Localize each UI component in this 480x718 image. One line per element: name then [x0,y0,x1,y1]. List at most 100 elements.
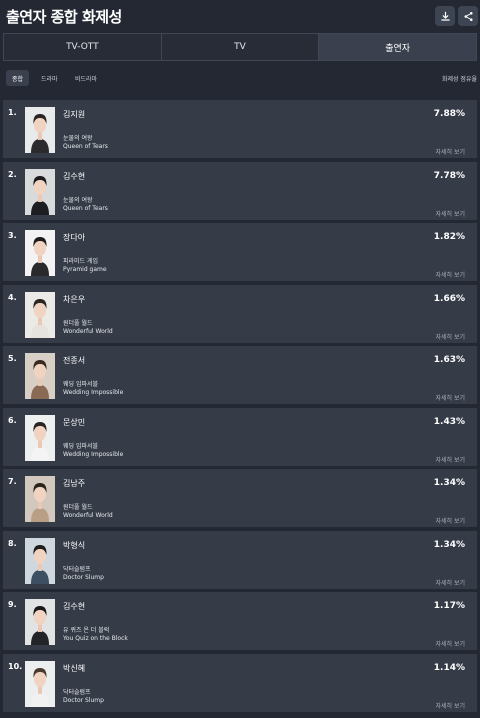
show-title-english: Wonderful World [63,327,113,335]
show-title-english: Doctor Slump [63,696,104,704]
buzz-share-percent: 1.14% [433,662,465,673]
ranking-row[interactable]: 1. 김지원눈물의 여왕 Queen of Tears 7.88% 자세히 보기 [3,100,477,158]
ranking-list: 1. 김지원 눈물의 여왕 Queen of Tears 7.88% 자세히 보기 2. 김수… [3,100,477,715]
portrait-image [25,168,55,215]
show-title-korean: 원더풀 월드 [63,504,93,511]
portrait-image [25,291,55,338]
show-title-korean: 웨딩 임파서블 [63,442,99,450]
show-title-english: Pyramid game [63,266,107,273]
ranking-row[interactable]: 8. 박형식 닥터슬럼프 Doctor Slump 1.34% 자세히 보기 [3,530,477,589]
portrait-image [25,353,55,399]
show-title-korean: 닥터슬럼프 [63,565,91,573]
performer-photo [25,537,55,584]
performer-photo [25,291,55,338]
portrait-image [25,107,55,153]
performer-photo [25,353,55,399]
page-title: 출연자 종합 화제성 [6,8,122,26]
tab-performers[interactable]: 출연자 [319,34,477,60]
filter-non-drama[interactable]: 비드라마 [69,70,103,86]
ranking-row[interactable]: 5. 전종서웨딩 임파서블 Wedding Impossible 1.63% 자세히 보… [3,346,477,404]
performer-name: 차은우 [63,294,86,304]
view-details-link[interactable]: 자세히 보기 [435,516,465,525]
show-title-korean: 눈물의 여왕 [63,196,93,204]
performer-photo [25,599,55,645]
rank-number: 6. [8,415,17,425]
portrait-image [25,660,55,707]
show-title-english: Wonderful World [63,512,113,519]
performer-name: 김남주 [63,479,86,488]
portrait-image [25,476,55,522]
show-title-english: You Quiz on the Block [63,635,128,642]
share-column-label: 화제성 점유율 [441,75,477,83]
ranking-row[interactable]: 6. 문상민웨딩 임파서블 Wedding Impossible 1.43% 자세히 보… [3,407,477,466]
header: 출연자 종합 화제성 [0,0,480,34]
view-details-link[interactable]: 자세히 보기 [435,578,465,587]
rank-number: 8. [8,538,17,548]
show-title-english: Doctor Slump [63,573,104,581]
show-title-korean: 눈물의 여왕 [63,135,93,142]
performer-name: 김수현 [63,602,86,611]
download-button[interactable] [435,6,455,26]
performer-name: 김지원 [63,110,86,119]
download-icon [440,7,451,26]
buzz-share-percent: 1.66% [433,293,465,304]
show-title-korean: 닥터슬럼프 [63,688,91,696]
rank-number: 2. [8,169,17,179]
share-icon [463,7,474,26]
buzz-share-percent: 1.63% [433,355,465,365]
ranking-row[interactable]: 7. 김남주원더풀 월드 Wonderful World 1.34% 자세히 보기 [3,469,477,527]
buzz-share-percent: 1.17% [433,601,465,611]
buzz-share-percent: 1.34% [433,478,465,488]
view-details-link[interactable]: 자세히 보기 [435,270,465,279]
filter-drama[interactable]: 드라마 [35,70,64,86]
rank-number: 1. [8,108,17,117]
rank-number: 7. [8,477,17,486]
ranking-row[interactable]: 10. 박신혜 닥터슬럼프 Doctor Slump 1.14% 자세히 보기 [3,653,477,712]
share-button[interactable] [458,6,478,26]
buzz-share-percent: 1.82% [433,232,465,242]
tab-tv-ott[interactable]: TV-OTT [4,34,162,60]
performer-name: 장다아 [63,233,86,242]
performer-photo [25,230,55,276]
show-title-english: Queen of Tears [63,143,108,150]
view-details-link[interactable]: 자세히 보기 [435,209,465,218]
ranking-row[interactable]: 3. 장다아피라미드 게임 Pyramid game 1.82% 자세히 보기 [3,223,477,281]
portrait-image [25,230,55,276]
performer-photo [25,414,55,461]
filter-bar: 종합 드라마 비드라마 화제성 점유율 [3,70,477,86]
performer-photo [25,107,55,153]
buzz-share-percent: 1.34% [433,539,465,550]
rank-number: 5. [8,354,17,363]
ranking-row[interactable]: 9. 김수현 유 퀴즈 온 더 블럭 You Quiz on the Block 1.1… [3,592,477,650]
performer-photo [25,168,55,215]
filter-overall[interactable]: 종합 [6,70,30,86]
rank-number: 4. [8,292,17,302]
view-details-link[interactable]: 자세히 보기 [435,147,465,156]
show-title-english: Wedding Impossible [63,389,124,396]
show-title-korean: 웨딩 임파서블 [63,381,99,388]
performer-name: 문상민 [63,417,86,427]
buzz-share-percent: 7.88% [433,109,465,119]
view-details-link[interactable]: 자세히 보기 [435,455,465,464]
performer-photo [25,476,55,522]
category-tabs: TV-OTT TV 출연자 [3,33,477,61]
rank-number: 3. [8,231,17,240]
show-title-english: Queen of Tears [63,204,108,212]
ranking-row[interactable]: 4. 차은우원더풀 월드 Wonderful World 1.66% 자세히 보기 [3,284,477,343]
view-details-link[interactable]: 자세히 보기 [435,701,465,710]
show-title-korean: 피라미드 게임 [63,258,99,265]
show-title-korean: 원더풀 월드 [63,319,93,327]
show-title-english: Wedding Impossible [63,450,124,458]
view-details-link[interactable]: 자세히 보기 [435,332,465,341]
buzz-share-percent: 1.43% [433,416,465,427]
view-details-link[interactable]: 자세히 보기 [435,393,465,402]
view-details-link[interactable]: 자세히 보기 [435,639,465,648]
portrait-image [25,599,55,645]
performer-name: 김수현 [63,171,86,181]
rank-number: 10. [8,661,23,671]
performer-name: 전종서 [63,356,86,365]
buzz-share-percent: 7.78% [433,170,465,181]
ranking-row[interactable]: 2. 김수현눈물의 여왕 Queen of Tears 7.78% 자세히 보기 [3,161,477,220]
performer-photo [25,660,55,707]
tab-tv[interactable]: TV [162,34,320,60]
